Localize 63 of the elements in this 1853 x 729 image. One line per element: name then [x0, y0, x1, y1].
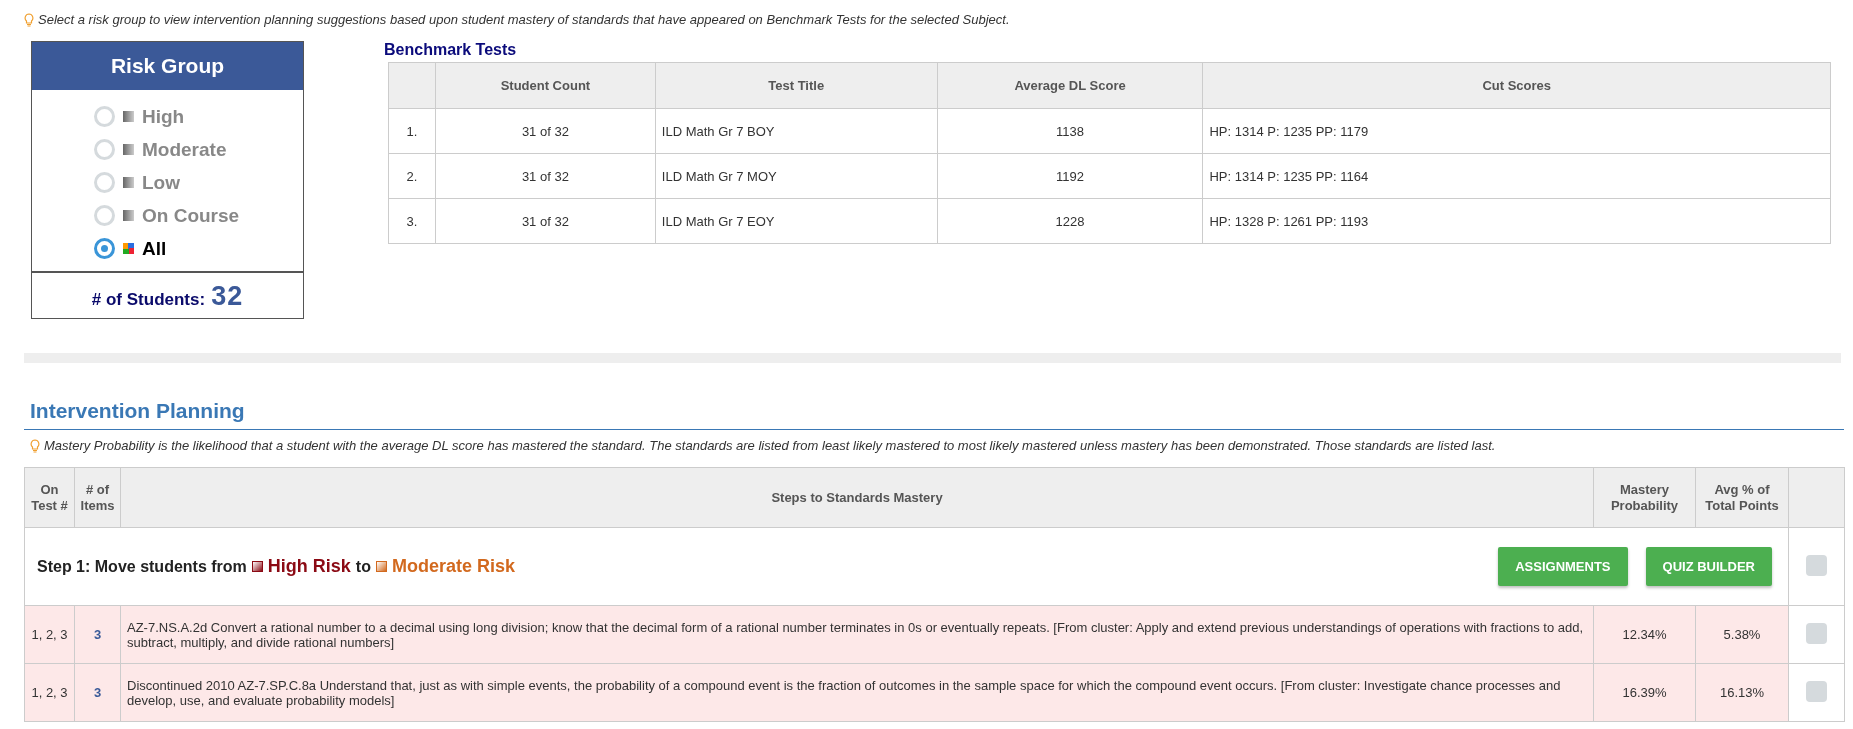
table-cell: 5.38%	[1695, 605, 1789, 664]
swatch-icon	[123, 111, 134, 122]
table-cell: AZ-7.NS.A.2d Convert a rational number to a decimal using long division; know that the decimal form of a rational number terminates in 0s or eventually repeats. [From cluster: Apply and extend previous understandings of operations with fractions to add, subtract, multiply, and divide rational numbers]	[120, 605, 1594, 664]
risk-option[interactable]: All	[94, 232, 303, 265]
risk-label: High Risk	[267, 556, 351, 577]
hint-text: Select a risk group to view intervention planning suggestions based upon student mastery of standards that have appeared on Benchmark Tests for the selected Subject.	[38, 12, 1010, 27]
checkbox[interactable]	[1806, 622, 1827, 644]
students-label: # of Students:	[91, 290, 206, 310]
radio-button[interactable]	[94, 238, 115, 259]
risk-option[interactable]: Low	[94, 166, 303, 199]
checkbox[interactable]	[1806, 554, 1827, 576]
column-header: Student Count	[435, 62, 656, 109]
risk-option[interactable]: On Course	[94, 199, 303, 232]
risk-option[interactable]: High	[94, 100, 303, 133]
table-cell: HP: 1314 P: 1235 PP: 1179	[1202, 108, 1831, 154]
table-cell: 1, 2, 3	[24, 605, 75, 664]
table-cell: 31 of 32	[435, 153, 656, 199]
step-text: Step 1: Move students from	[37, 557, 247, 576]
table-cell: 31 of 32	[435, 108, 656, 154]
hint-text: Mastery Probability is the likelihood that a student with the average DL score has mastered the standard. The standards are listed from least likely mastered to most likely mastered unless mastery has been demonstrated. Those standards are listed last.	[44, 438, 1496, 453]
table-cell: 1192	[937, 153, 1203, 199]
table-cell: 31 of 32	[435, 198, 656, 244]
table-cell: 2.	[388, 153, 436, 199]
table-cell: HP: 1328 P: 1261 PP: 1193	[1202, 198, 1831, 244]
action-button[interactable]: ASSIGNMENTS	[1498, 547, 1628, 586]
swatch-icon	[123, 243, 134, 254]
action-button[interactable]: QUIZ BUILDER	[1645, 547, 1772, 586]
column-header: Avg % of Total Points	[1695, 467, 1789, 528]
swatch-icon	[123, 210, 134, 221]
students-count: 32	[211, 281, 244, 312]
section-title: Intervention Planning	[24, 399, 1844, 430]
swatch-icon	[123, 177, 134, 188]
column-header: Mastery Probability	[1593, 467, 1696, 528]
table-cell: 1228	[937, 198, 1203, 244]
column-header: Cut Scores	[1202, 62, 1831, 109]
risk-option[interactable]: Moderate	[94, 133, 303, 166]
section-title: Benchmark Tests	[384, 41, 518, 59]
column-header: Average DL Score	[937, 62, 1203, 109]
column-header: Test Title	[655, 62, 938, 109]
lightbulb-icon	[24, 12, 34, 27]
table-cell: 12.34%	[1593, 605, 1696, 664]
table-cell: 16.13%	[1695, 663, 1789, 722]
item-count-link[interactable]: 3	[93, 627, 102, 642]
item-count-link[interactable]: 3	[93, 685, 102, 700]
table-cell: ILD Math Gr 7 EOY	[655, 198, 938, 244]
step-text: to	[355, 557, 371, 576]
table-cell: ILD Math Gr 7 BOY	[655, 108, 938, 154]
table-cell: 1.	[388, 108, 436, 154]
swatch-icon	[123, 144, 134, 155]
table-cell: 3.	[388, 198, 436, 244]
table-cell: 1138	[937, 108, 1203, 154]
table-cell: 16.39%	[1593, 663, 1696, 722]
lightbulb-icon	[30, 438, 40, 453]
table-cell: Discontinued 2010 AZ-7.SP.C.8a Understand that, just as with simple events, the probability of a compound event is the fraction of outcomes in the sample space for which the compound event occurs. [From cluster: Investigate chance processes and develop, use, and evaluate probability models]	[120, 663, 1594, 722]
table-cell: HP: 1314 P: 1235 PP: 1164	[1202, 153, 1831, 199]
column-header: # of Items	[74, 467, 121, 528]
panel-title: Risk Group	[32, 42, 303, 90]
column-header: Steps to Standards Mastery	[120, 467, 1594, 528]
table-cell: 1, 2, 3	[24, 663, 75, 722]
risk-label: Moderate Risk	[391, 556, 515, 577]
table-cell: ILD Math Gr 7 MOY	[655, 153, 938, 199]
checkbox[interactable]	[1806, 680, 1827, 702]
column-header: On Test #	[24, 467, 75, 528]
